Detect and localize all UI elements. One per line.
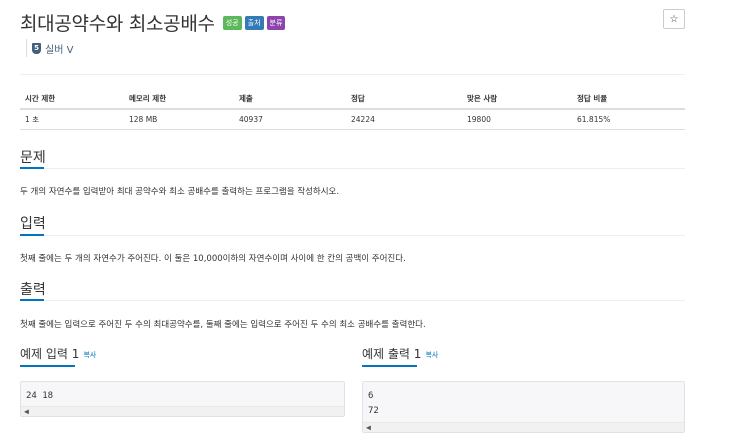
sample-accent [362,365,417,367]
sample-output-line: 6 [368,391,374,401]
section-divider [20,300,685,301]
section-accent [20,234,44,236]
cell-submissions: 40937 [234,109,346,130]
input-description: 첫째 줄에는 두 개의 자연수가 주어진다. 이 둘은 10,000이하의 자연… [20,254,406,264]
sample-input-line: 24 18 [26,391,54,401]
problem-info-table: 시간 제한 메모리 제한 제출 정답 맞은 사람 정답 비율 1 초 128 M… [20,89,685,130]
title-row: 최대공약수와 최소공배수 성공 출처 분류 [20,9,685,36]
label-success[interactable]: 성공 [222,15,242,30]
sample-output-line: 72 [368,406,379,416]
scroll-left-icon[interactable]: ◀ [24,407,29,417]
section-accent [20,167,44,169]
sample-input-content: 24 18 [26,389,53,404]
section-divider [20,235,685,236]
star-button[interactable]: ☆ [663,9,685,29]
sample-input-title: 예제 입력 1 복사 [20,345,96,362]
header-solved-users: 맞은 사람 [462,89,572,110]
table-header-row: 시간 제한 메모리 제한 제출 정답 맞은 사람 정답 비율 [20,89,685,110]
copy-sample-output-button[interactable]: 복사 [425,351,438,359]
problem-description: 두 개의 자연수를 입력받아 최대 공약수와 최소 공배수를 출력하는 프로그램… [20,187,340,197]
sample-accent [20,365,75,367]
header-accepted: 정답 [346,89,462,110]
problem-header: 최대공약수와 최소공배수 성공 출처 분류 ☆ 5 실버 V [20,9,685,75]
horizontal-scrollbar[interactable]: ◀ [363,422,684,432]
header-time-limit: 시간 제한 [20,89,124,110]
label-source[interactable]: 출처 [244,15,264,30]
section-accent [20,299,44,301]
tier[interactable]: 5 실버 V [26,39,73,57]
tier-name: 실버 V [45,44,74,56]
header-memory-limit: 메모리 제한 [124,89,234,110]
horizontal-scrollbar[interactable]: ◀ [21,406,344,416]
section-title-output: 출력 [20,282,46,298]
cell-solved-users: 19800 [462,109,572,130]
sample-output-title: 예제 출력 1 복사 [362,345,438,362]
scroll-left-icon[interactable]: ◀ [366,423,371,433]
sample-output-content: 6 72 [368,389,379,419]
cell-accept-ratio: 61.815% [572,109,685,130]
header-submissions: 제출 [234,89,346,110]
section-title-problem: 문제 [20,150,46,166]
section-divider [20,168,685,169]
cell-time-limit: 1 초 [20,109,124,130]
sample-input-heading: 예제 입력 1 [20,347,80,361]
copy-sample-input-button[interactable]: 복사 [83,351,96,359]
page-title: 최대공약수와 최소공배수 [20,13,215,35]
sample-input-box[interactable]: 24 18 ◀ [20,381,345,417]
star-icon: ☆ [669,13,679,25]
cell-memory-limit: 128 MB [124,109,234,130]
header-accept-ratio: 정답 비율 [572,89,685,110]
tier-badge-icon: 5 [32,42,41,54]
output-description: 첫째 줄에는 입력으로 주어진 두 수의 최대공약수를, 둘째 줄에는 입력으로… [20,320,426,330]
cell-accepted: 24224 [346,109,462,130]
table-row: 1 초 128 MB 40937 24224 19800 61.815% [20,109,685,130]
sample-output-box[interactable]: 6 72 ◀ [362,381,685,433]
sample-output-heading: 예제 출력 1 [362,347,422,361]
label-category[interactable]: 분류 [266,15,286,30]
section-title-input: 입력 [20,216,46,232]
